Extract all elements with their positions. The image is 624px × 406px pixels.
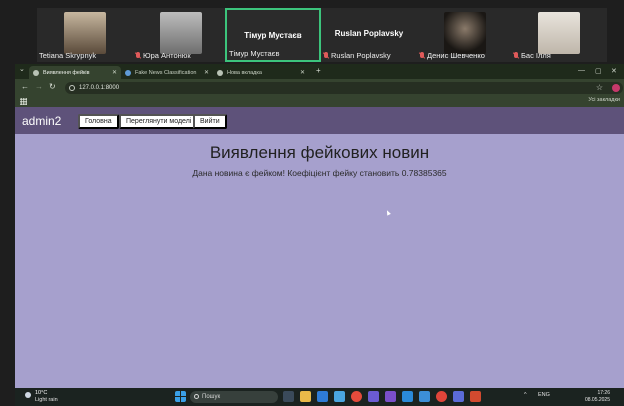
app-icon[interactable]: [470, 391, 481, 402]
tab-title: Виявлення фейків: [43, 69, 90, 76]
chrome-icon[interactable]: [351, 391, 362, 402]
participant-label: Tetiana Skrypnyk: [39, 51, 96, 60]
participant-label: Тімур Мустаєв: [229, 49, 280, 58]
language-indicator[interactable]: ENG: [538, 392, 550, 398]
participant-name: Юра Антонюк: [143, 51, 191, 60]
apps-grid-icon[interactable]: [20, 98, 27, 105]
weather-icon[interactable]: [25, 392, 31, 398]
file-explorer-icon[interactable]: [300, 391, 311, 402]
participant-tile[interactable]: Юра Антонюк: [133, 8, 229, 62]
search-icon: [194, 394, 199, 399]
taskbar-search[interactable]: Пошук: [190, 391, 278, 403]
participant-name: Tetiana Skrypnyk: [39, 51, 97, 60]
maximize-icon[interactable]: ▢: [595, 67, 602, 75]
participant-label: Ruslan Poplavsky: [323, 51, 391, 60]
tab-favicon-icon: [125, 69, 131, 76]
participant-tile-active[interactable]: Тімур Мустаєв Тімур Мустаєв: [225, 8, 321, 62]
store-icon[interactable]: [334, 391, 345, 402]
view-models-button[interactable]: Переглянути моделі: [119, 114, 199, 129]
mic-muted-icon: [323, 52, 329, 59]
start-icon[interactable]: [175, 391, 186, 402]
app-icon[interactable]: [419, 391, 430, 402]
tab-fake-news-classification[interactable]: Fake News Classification ✕: [121, 66, 213, 79]
tab-new[interactable]: Нова вкладка ✕: [213, 66, 309, 79]
chrome-active-icon[interactable]: [436, 391, 447, 402]
tab-search-button[interactable]: ⌄: [19, 66, 25, 74]
tray-overflow-icon[interactable]: ^: [524, 392, 527, 398]
mic-muted-icon: [513, 52, 519, 59]
tab-title: Fake News Classification: [135, 69, 197, 76]
back-icon[interactable]: ←: [21, 83, 29, 91]
edge-icon[interactable]: [317, 391, 328, 402]
tab-fake-detection[interactable]: Виявлення фейків ✕: [29, 66, 121, 79]
site-brand[interactable]: admin2: [22, 114, 61, 128]
close-window-icon[interactable]: ✕: [611, 67, 617, 75]
address-bar[interactable]: 127.0.0.1:8000 ☆: [65, 82, 623, 94]
reload-icon[interactable]: ↻: [49, 83, 56, 91]
weather-desc: Light rain: [35, 396, 58, 403]
page-title: Виявлення фейкових новин: [209, 143, 430, 162]
taskbar: 10°C Light rain Пошук ^ ENG 17:26 08.05.…: [15, 388, 624, 406]
vscode-icon[interactable]: [402, 391, 413, 402]
visual-studio-icon[interactable]: [385, 391, 396, 402]
new-tab-button[interactable]: +: [316, 67, 321, 75]
video-call-strip: Tetiana Skrypnyk Юра Антонюк Тімур Муста…: [37, 8, 607, 62]
bookmarks-bar: Усі закладки: [15, 96, 624, 107]
tab-favicon-icon: [217, 69, 223, 76]
participant-label: Денис Шевченко: [419, 51, 485, 60]
logout-button[interactable]: Вийти: [193, 114, 227, 129]
participant-label: Бас Ілля: [513, 51, 551, 60]
browser-window: ⌄ Виявлення фейків ✕ Fake News Classific…: [15, 64, 624, 388]
participant-video: [160, 12, 202, 54]
participant-video: [64, 12, 106, 54]
participant-name: Денис Шевченко: [427, 51, 485, 60]
minimize-icon[interactable]: —: [578, 67, 585, 74]
tab-title: Нова вкладка: [227, 69, 262, 76]
forward-icon[interactable]: →: [35, 83, 43, 91]
site-navbar: admin2 Головна Переглянути моделі Вийти: [15, 107, 624, 134]
profile-avatar-icon[interactable]: [612, 84, 620, 92]
site-info-icon[interactable]: [69, 85, 75, 91]
participant-video: [538, 12, 580, 54]
bookmark-star-icon[interactable]: ☆: [596, 83, 603, 92]
result-message: Дана новина є фейком! Коефіцієнт фейку с…: [192, 168, 447, 178]
all-bookmarks-link[interactable]: Усі закладки: [588, 97, 620, 103]
mic-muted-icon: [135, 52, 141, 59]
system-clock[interactable]: 17:26 08.05.2025: [585, 390, 610, 403]
teams-icon[interactable]: [368, 391, 379, 402]
weather-widget[interactable]: 10°C Light rain: [35, 390, 58, 403]
close-tab-icon[interactable]: ✕: [204, 69, 209, 76]
app-icon[interactable]: [453, 391, 464, 402]
close-tab-icon[interactable]: ✕: [112, 69, 117, 76]
participant-name: Бас Ілля: [521, 51, 551, 60]
tab-bar: ⌄ Виявлення фейків ✕ Fake News Classific…: [15, 64, 624, 79]
participant-name: Тімур Мустаєв: [229, 49, 280, 58]
participant-label: Юра Антонюк: [135, 51, 191, 60]
clock-date: 08.05.2025: [584, 396, 610, 403]
participant-tile[interactable]: Tetiana Skrypnyk: [37, 8, 133, 62]
web-page: admin2 Головна Переглянути моделі Вийти …: [15, 107, 624, 388]
task-view-icon[interactable]: [283, 391, 294, 402]
home-button[interactable]: Головна: [78, 114, 119, 129]
close-tab-icon[interactable]: ✕: [300, 69, 305, 76]
participant-tile[interactable]: Бас Ілля: [511, 8, 607, 62]
participant-big-name: Ruslan Poplavsky: [334, 29, 404, 38]
participant-video: [444, 12, 486, 54]
search-placeholder: Пошук: [202, 394, 221, 400]
participant-tile[interactable]: Ruslan Poplavsky Ruslan Poplavsky: [321, 8, 417, 62]
participant-big-name: Тімур Мустаєв: [244, 31, 302, 40]
mouse-cursor-icon: [385, 209, 391, 216]
mic-muted-icon: [419, 52, 425, 59]
participant-tile[interactable]: Денис Шевченко: [417, 8, 513, 62]
tab-favicon-icon: [33, 69, 39, 76]
browser-toolbar: ← → ↻ 127.0.0.1:8000 ☆: [15, 79, 624, 96]
url-text: 127.0.0.1:8000: [79, 85, 120, 91]
participant-name: Ruslan Poplavsky: [331, 51, 391, 60]
